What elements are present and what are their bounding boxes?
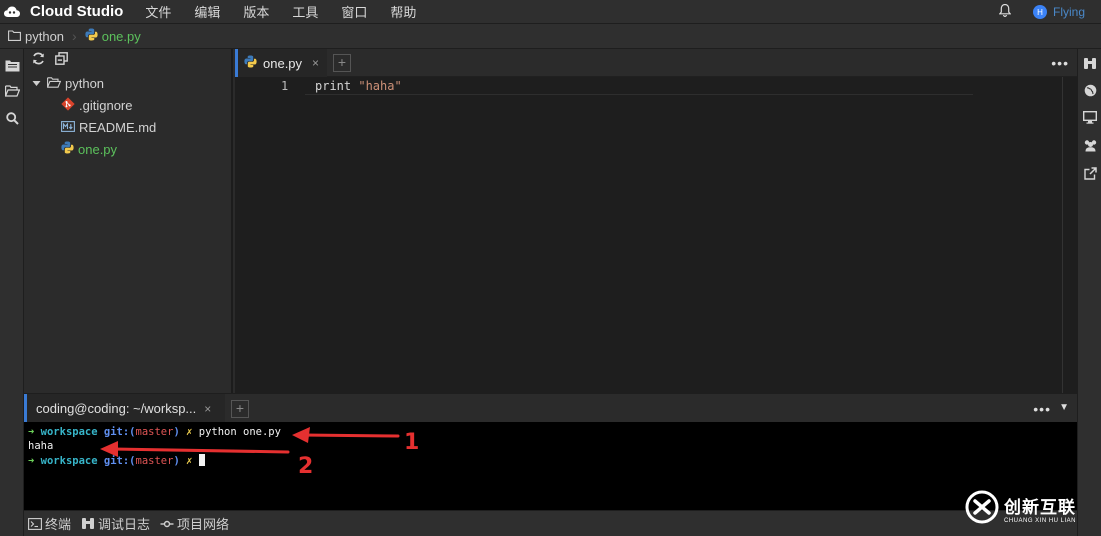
tree-item-one-py[interactable]: one.py <box>61 139 117 159</box>
close-icon[interactable]: × <box>204 402 211 416</box>
tree-item-label: .gitignore <box>79 97 133 113</box>
line-number: 1 <box>281 79 289 93</box>
refresh-icon[interactable] <box>32 52 45 68</box>
menu-help[interactable]: 帮助 <box>390 2 416 21</box>
code-keyword: print <box>315 79 359 93</box>
python-icon <box>85 28 98 44</box>
tree-item-label: README.md <box>79 119 157 135</box>
user-name[interactable]: Flying <box>1053 5 1085 19</box>
cloud-studio-logo-icon[interactable] <box>0 0 24 24</box>
watermark-text: 创新互联 <box>1004 497 1076 517</box>
collapse-all-icon[interactable] <box>55 52 68 68</box>
code-line[interactable]: print "haha" <box>315 79 402 93</box>
users-icon[interactable] <box>1082 137 1098 153</box>
git-icon <box>61 96 75 114</box>
project-network-button[interactable]: 项目网络 <box>160 514 229 533</box>
tree-item-label: one.py <box>78 141 118 157</box>
tab-label: one.py <box>263 55 303 71</box>
tree-item-readme[interactable]: README.md <box>61 117 156 137</box>
terminal-line: ➜ workspace git:(master) ✗ python one.py <box>28 426 281 438</box>
terminal-tab-bar: coding@coding: ~/worksp... × + ••• ▼ <box>24 393 1077 423</box>
breadcrumb: python › one.py <box>0 24 1101 49</box>
breadcrumb-file[interactable]: one.py <box>102 29 141 44</box>
menu-window[interactable]: 窗口 <box>341 2 367 21</box>
file-tree-panel: python .gitignore README.md one.py <box>24 49 233 393</box>
tab-terminal[interactable]: coding@coding: ~/worksp... × <box>24 394 225 423</box>
debug-log-button[interactable]: 调试日志 <box>81 514 150 533</box>
breadcrumb-project[interactable]: python <box>25 29 64 44</box>
menu-version[interactable]: 版本 <box>243 2 269 21</box>
right-activity-bar <box>1077 49 1101 536</box>
terminal-line: ➜ workspace git:(master) ✗ <box>28 454 205 468</box>
tree-folder-python[interactable]: python <box>32 73 104 93</box>
terminal-line: haha <box>28 440 54 452</box>
breadcrumb-separator: › <box>72 28 77 44</box>
code-string: "haha" <box>358 79 402 93</box>
code-editor[interactable]: 1 print "haha" <box>235 77 1077 393</box>
terminal-tab-label: coding@coding: ~/worksp... <box>36 401 197 416</box>
watermark-logo-icon <box>964 489 1000 528</box>
monitor-icon[interactable] <box>1082 109 1098 125</box>
folder-icon <box>8 29 21 44</box>
terminal-icon <box>28 517 42 530</box>
tree-folder-label: python <box>65 75 105 91</box>
watermark-subtext: CHUANG XIN HU LIAN <box>1004 517 1077 524</box>
markdown-icon <box>61 120 75 135</box>
current-line-highlight <box>305 77 973 95</box>
left-activity-bar <box>0 49 24 536</box>
more-icon[interactable]: ••• <box>1051 55 1069 71</box>
statusbar: 终端 调试日志 项目网络 <box>24 510 1077 536</box>
editor-gutter <box>235 77 305 393</box>
python-icon <box>61 141 74 157</box>
menu-edit[interactable]: 编辑 <box>194 2 220 21</box>
binoculars-icon <box>82 518 95 529</box>
terminal-output[interactable]: ➜ workspace git:(master) ✗ python one.py… <box>24 422 1077 510</box>
editor-scrollbar[interactable] <box>1062 77 1063 393</box>
tab-one-py[interactable]: one.py × <box>235 49 327 77</box>
external-link-icon[interactable] <box>1082 165 1098 181</box>
bell-icon[interactable] <box>998 3 1012 20</box>
caret-down-icon <box>32 76 41 91</box>
tree-item-gitignore[interactable]: .gitignore <box>61 95 132 115</box>
search-icon[interactable] <box>4 110 20 126</box>
editor-tab-bar: one.py × + ••• <box>235 49 1077 77</box>
chevron-down-icon[interactable]: ▼ <box>1059 402 1069 413</box>
add-terminal-button[interactable]: + <box>231 400 249 418</box>
menu-tools[interactable]: 工具 <box>292 2 318 21</box>
menu-file[interactable]: 文件 <box>145 2 171 21</box>
binoculars-icon[interactable] <box>1082 55 1098 71</box>
terminal-panel-button[interactable]: 终端 <box>28 514 71 533</box>
folder-open-icon[interactable] <box>4 83 20 99</box>
menubar: Cloud Studio 文件 编辑 版本 工具 窗口 帮助 H Flying <box>0 0 1101 24</box>
terminal-cursor <box>198 454 205 466</box>
close-icon[interactable]: × <box>312 56 319 70</box>
folder-open-icon <box>47 76 62 91</box>
app-title: Cloud Studio <box>30 3 124 20</box>
globe-icon[interactable] <box>1082 82 1098 98</box>
files-icon[interactable] <box>4 57 20 73</box>
more-icon[interactable]: ••• <box>1033 401 1051 417</box>
add-tab-button[interactable]: + <box>333 54 351 72</box>
watermark: 创新互联 CHUANG XIN HU LIAN <box>964 488 1098 528</box>
python-icon <box>244 55 257 71</box>
avatar[interactable]: H <box>1032 5 1047 19</box>
commit-icon <box>160 520 174 527</box>
